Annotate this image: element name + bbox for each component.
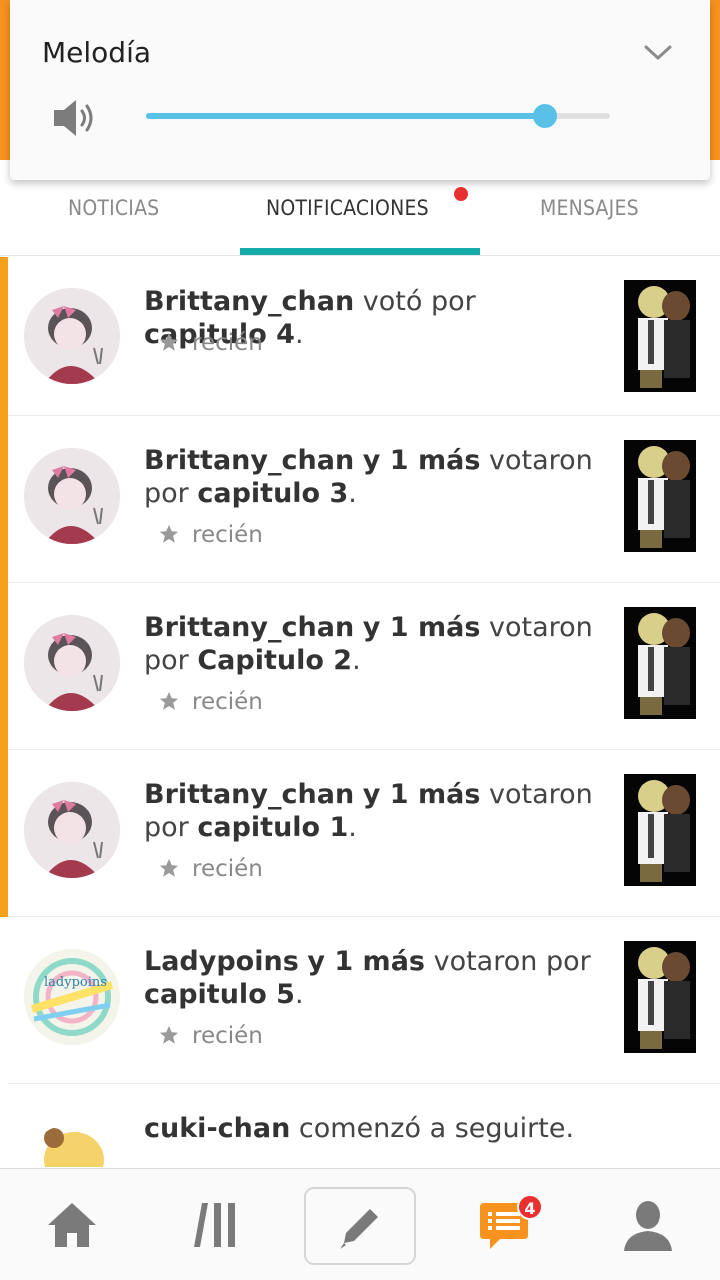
unread-indicator: [0, 257, 8, 917]
story-link[interactable]: capitulo 3: [197, 478, 348, 509]
avatar-image: [24, 1124, 120, 1167]
story-link[interactable]: Capitulo 2: [197, 645, 352, 676]
story-cover[interactable]: [624, 440, 696, 552]
user-name[interactable]: Brittany_chan: [144, 779, 354, 810]
home-icon[interactable]: [44, 1197, 100, 1253]
volume-slider-fill: [146, 113, 546, 119]
timestamp-text: recién: [192, 856, 263, 882]
chevron-down-icon[interactable]: [642, 36, 674, 68]
notification-text: Brittany_chan y 1 más votaron por Capitu…: [144, 612, 593, 676]
list-item[interactable]: Brittany_chan votó por capitulo 4. recié…: [8, 257, 720, 416]
user-name[interactable]: cuki-chan: [144, 1113, 290, 1144]
volume-title: Melodía: [42, 36, 152, 69]
list-item[interactable]: Brittany_chan y 1 más votaron por capitu…: [8, 750, 720, 917]
others-count[interactable]: y 1 más: [363, 445, 481, 476]
notification-text: Brittany_chan y 1 más votaron por capitu…: [144, 445, 593, 509]
notification-text: Brittany_chan y 1 más votaron por capitu…: [144, 779, 593, 843]
star-icon: [159, 524, 179, 543]
speaker-icon[interactable]: [52, 96, 98, 140]
star-icon: [159, 332, 179, 351]
timestamp: recién: [158, 689, 263, 715]
notifications-badge: 4: [517, 1194, 543, 1220]
story-cover-image: [624, 774, 696, 886]
avatar-image: [24, 448, 120, 544]
avatar-image: [24, 782, 120, 878]
star-icon: [159, 691, 179, 710]
active-tab-indicator: [240, 248, 480, 255]
avatar-image: [24, 615, 120, 711]
timestamp-text: recién: [192, 1023, 263, 1049]
notification-list[interactable]: Brittany_chan votó por capitulo 4. recié…: [0, 257, 720, 1167]
volume-slider[interactable]: [146, 104, 610, 128]
story-cover[interactable]: [624, 607, 696, 719]
timestamp-text: recién: [192, 330, 263, 356]
story-link[interactable]: capitulo 5: [144, 979, 295, 1010]
timestamp: recién: [158, 522, 263, 548]
bottom-navigation: [0, 1168, 720, 1280]
compose-button[interactable]: [304, 1187, 416, 1265]
user-name[interactable]: Ladypoins: [144, 946, 299, 977]
list-item[interactable]: ladypoins Ladypoins y 1 más votaron por …: [8, 917, 720, 1084]
volume-slider-thumb[interactable]: [533, 104, 558, 128]
profile-icon[interactable]: [620, 1197, 676, 1253]
tab-notificaciones[interactable]: NOTIFICACIONES: [266, 196, 429, 220]
volume-panel: Melodía: [10, 0, 710, 180]
notification-text: Ladypoins y 1 más votaron por capitulo 5…: [144, 946, 591, 1010]
list-item[interactable]: Brittany_chan y 1 más votaron por capitu…: [8, 416, 720, 583]
story-cover-image: [624, 607, 696, 719]
avatar[interactable]: [24, 288, 120, 384]
story-link[interactable]: capitulo 1: [197, 812, 348, 843]
list-item[interactable]: Brittany_chan y 1 más votaron por Capitu…: [8, 583, 720, 750]
others-count[interactable]: y 1 más: [363, 612, 481, 643]
star-icon: [159, 858, 179, 877]
library-icon[interactable]: [188, 1197, 244, 1253]
notification-text: cuki-chan comenzó a seguirte.: [144, 1113, 575, 1144]
avatar-image: [24, 949, 120, 1045]
timestamp-text: recién: [192, 522, 263, 548]
notification-verb: votaron por: [433, 946, 591, 977]
timestamp: recién: [158, 1023, 263, 1049]
unread-dot: [454, 187, 468, 201]
avatar[interactable]: [24, 615, 120, 711]
timestamp: recién: [158, 330, 263, 356]
avatar[interactable]: ladypoins: [24, 949, 120, 1045]
story-cover[interactable]: [624, 941, 696, 1053]
list-item[interactable]: cuki-chan comenzó a seguirte.: [8, 1084, 720, 1167]
user-name[interactable]: Brittany_chan: [144, 286, 354, 317]
notification-verb: votó por: [362, 286, 476, 317]
others-count[interactable]: y 1 más: [363, 779, 481, 810]
avatar[interactable]: [24, 782, 120, 878]
avatar[interactable]: [24, 448, 120, 544]
compose-icon: [340, 1209, 378, 1249]
star-icon: [159, 1025, 179, 1044]
story-cover-image: [624, 941, 696, 1053]
user-name[interactable]: Brittany_chan: [144, 445, 354, 476]
others-count[interactable]: y 1 más: [307, 946, 425, 977]
avatar-image: [24, 288, 120, 384]
story-cover-image: [624, 280, 696, 392]
story-cover[interactable]: [624, 280, 696, 392]
story-cover[interactable]: [624, 774, 696, 886]
user-name[interactable]: Brittany_chan: [144, 612, 354, 643]
avatar-label: ladypoins: [44, 975, 107, 990]
tab-noticias[interactable]: NOTICIAS: [68, 196, 159, 220]
story-cover-image: [624, 440, 696, 552]
timestamp: recién: [158, 856, 263, 882]
tab-mensajes[interactable]: MENSAJES: [540, 196, 639, 220]
timestamp-text: recién: [192, 689, 263, 715]
notification-verb: comenzó a seguirte: [298, 1113, 566, 1144]
avatar[interactable]: [24, 1124, 120, 1167]
